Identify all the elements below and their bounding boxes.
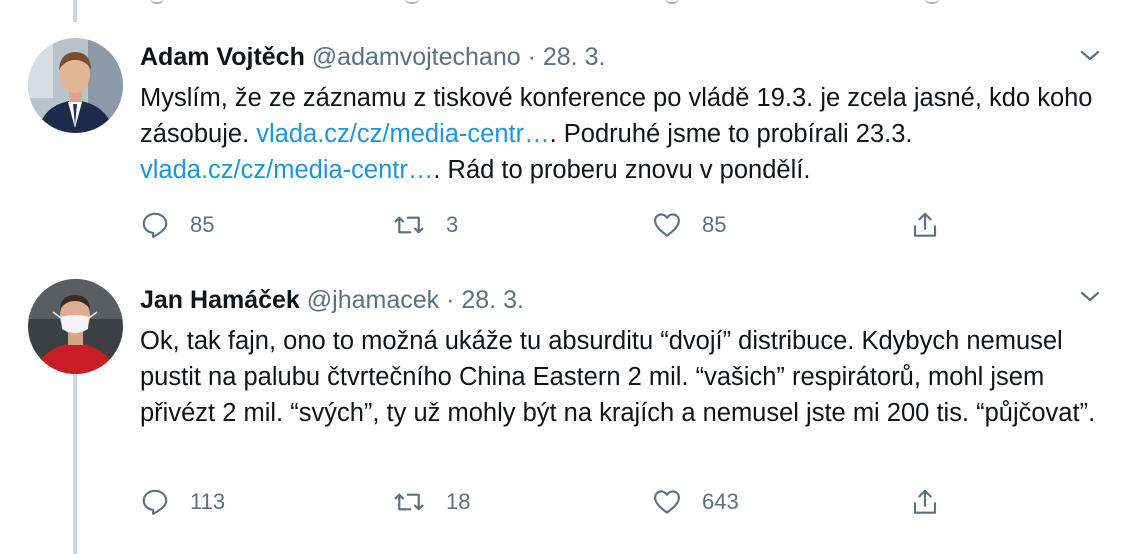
heart-icon bbox=[654, 213, 680, 237]
share-button[interactable] bbox=[910, 208, 960, 242]
retweet-icon bbox=[394, 493, 424, 511]
author-handle[interactable]: @adamvojtechano bbox=[312, 43, 521, 71]
heart-icon bbox=[654, 490, 680, 514]
tweet-date[interactable]: 28. 3. bbox=[461, 286, 524, 314]
reply-button[interactable]: 85 bbox=[140, 208, 214, 242]
separator-dot: · bbox=[527, 43, 536, 71]
author-handle[interactable]: @jhamacek bbox=[307, 286, 439, 314]
like-count: 85 bbox=[702, 212, 727, 237]
separator-dot: · bbox=[446, 286, 455, 314]
retweet-button[interactable]: 3 bbox=[392, 208, 458, 242]
tweet-actions: 85 3 85 bbox=[140, 208, 960, 242]
tweet-link[interactable]: vlada.cz/cz/media-centr… bbox=[256, 120, 549, 148]
share-button[interactable] bbox=[910, 485, 960, 519]
avatar[interactable] bbox=[28, 38, 123, 133]
reply-icon bbox=[142, 489, 168, 515]
reply-button[interactable]: 113 bbox=[140, 485, 225, 519]
tweet-text: Ok, tak fajn, ono to možná ukáže tu absu… bbox=[140, 327, 1096, 427]
tweet-header: Jan Hamáček @jhamacek · 28. 3. bbox=[140, 285, 524, 315]
chevron-down-icon[interactable] bbox=[1078, 44, 1102, 68]
share-icon bbox=[913, 212, 937, 237]
previous-tweet-actions-edge bbox=[140, 0, 960, 8]
avatar[interactable] bbox=[28, 279, 123, 374]
tweet-text: Myslím, že ze záznamu z tiskové konferen… bbox=[140, 80, 1100, 188]
share-icon bbox=[913, 489, 937, 514]
like-button[interactable]: 643 bbox=[652, 485, 739, 519]
like-button[interactable]: 85 bbox=[652, 208, 726, 242]
author-name[interactable]: Jan Hamáček bbox=[140, 286, 300, 314]
tweet-header: Adam Vojtěch @adamvojtechano · 28. 3. bbox=[140, 42, 605, 72]
like-count: 643 bbox=[702, 489, 739, 514]
tweet-text-part: . Rád to proberu znovu v pondělí. bbox=[433, 156, 811, 184]
thread-line-top bbox=[73, 0, 77, 22]
reply-icon bbox=[142, 212, 168, 238]
tweet[interactable]: Adam Vojtěch @adamvojtechano · 28. 3. My… bbox=[0, 30, 1136, 260]
retweet-count: 3 bbox=[446, 212, 459, 237]
retweet-button[interactable]: 18 bbox=[392, 485, 470, 519]
tweet-actions: 113 18 643 bbox=[140, 485, 960, 519]
tweet-date[interactable]: 28. 3. bbox=[543, 43, 606, 71]
tweet[interactable]: Jan Hamáček @jhamacek · 28. 3. Ok, tak f… bbox=[0, 275, 1136, 535]
tweet-link[interactable]: vlada.cz/cz/media-centr… bbox=[140, 156, 433, 184]
author-name[interactable]: Adam Vojtěch bbox=[140, 43, 305, 71]
reply-count: 85 bbox=[190, 212, 215, 237]
chevron-down-icon[interactable] bbox=[1078, 285, 1102, 309]
retweet-icon bbox=[394, 216, 424, 234]
tweet-text-part: . Podruhé jsme to probírali 23.3. bbox=[549, 120, 913, 148]
reply-count: 113 bbox=[190, 489, 226, 514]
retweet-count: 18 bbox=[446, 489, 471, 514]
